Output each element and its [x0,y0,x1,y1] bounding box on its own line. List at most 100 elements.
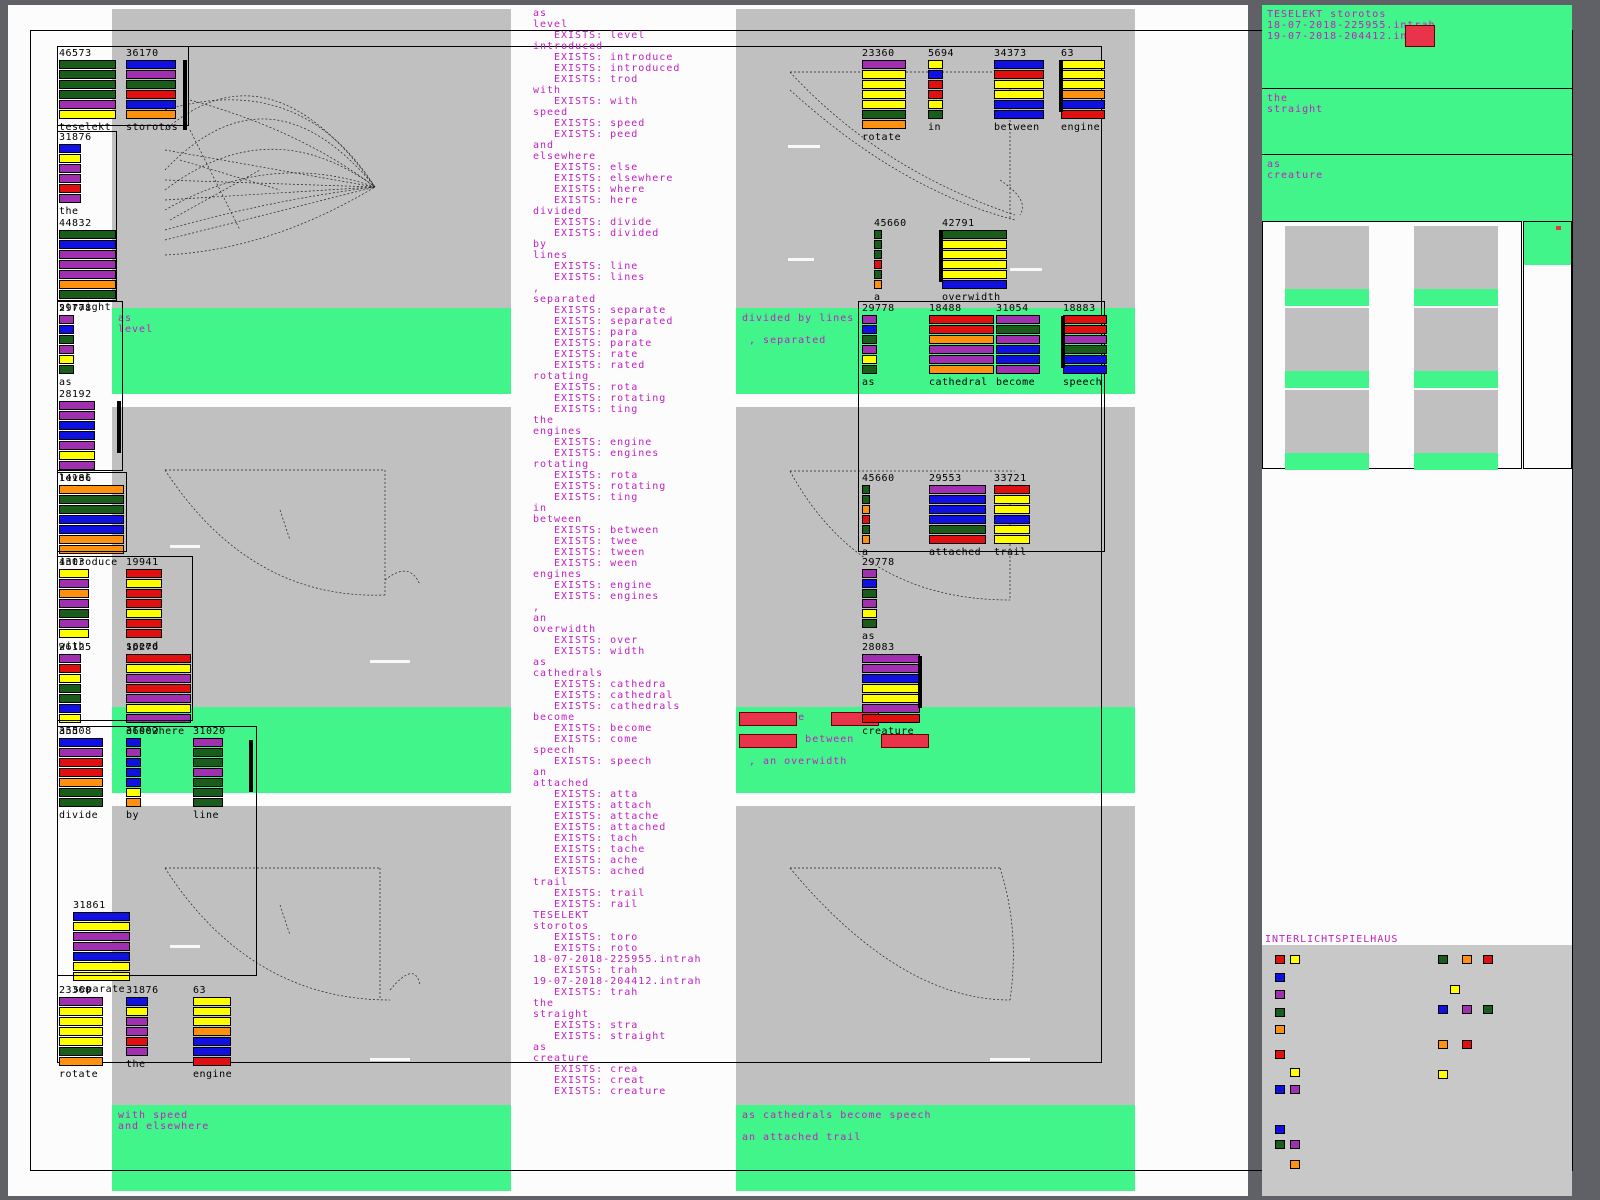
list-subword: EXISTS: engines [554,591,660,602]
thumbnail-2[interactable] [1414,226,1498,306]
list-subword: EXISTS: line [554,261,639,272]
stack-label: between [994,122,1040,133]
stack-bar [862,335,877,344]
list-subword: EXISTS: engines [554,448,660,459]
stack-label: attached [929,547,982,558]
stack-bar [929,495,986,504]
overview-glyph [1483,1005,1493,1014]
stack-bar [862,674,920,683]
list-word: creature [533,1053,590,1064]
stack-bar [862,110,906,119]
stack-label: creature [862,726,915,737]
list-word: by [533,239,548,250]
stack-count: 23360 [862,48,895,59]
stack-bar [994,70,1044,79]
stack-frame [57,131,117,301]
overview-glyph [1275,1085,1285,1094]
list-subword: EXISTS: rota [554,382,639,393]
stack-bar [942,280,1007,289]
stack-bar [996,345,1040,354]
overview-glyph [1275,955,1285,964]
caption-line: the [1267,93,1289,104]
stack-label: engine [193,1069,233,1080]
stack-bar [862,704,920,713]
list-word: an [533,613,548,624]
stack-bar [862,684,920,693]
overview-glyph [1290,955,1300,964]
stack-bar [126,1047,148,1056]
list-subword: EXISTS: attached [554,822,667,833]
list-subword: EXISTS: creature [554,1086,667,1097]
stack-frame [57,556,193,721]
list-word: speed [533,107,569,118]
list-word: separated [533,294,597,305]
divider-bar [117,401,121,453]
list-subword: EXISTS: crea [554,1064,639,1075]
list-subword: EXISTS: cathedrals [554,701,681,712]
caption-line: creature [1267,170,1324,181]
caption-line: as [1267,159,1282,170]
stack-bar [59,1037,103,1046]
stack-bar [994,60,1044,69]
list-word: engines [533,426,583,437]
thumbnail-1[interactable] [1285,226,1369,306]
list-subword: EXISTS: become [554,723,653,734]
stack-bar [862,525,870,534]
list-subword: EXISTS: level [554,30,646,41]
overview-glyph [1290,1140,1300,1149]
right-header-panel: TESELEKT storotos 18-07-2018-225955.intr… [1262,5,1572,88]
stack-bar [942,250,1007,259]
stack-bar [996,365,1040,374]
stack-bar [929,535,986,544]
list-word: engines [533,569,583,580]
stack-bar [862,569,877,578]
list-word: overwidth [533,624,597,635]
stack-bar [862,505,870,514]
stack-bar [994,535,1030,544]
overview-glyph [1275,1025,1285,1034]
list-word: , [533,283,541,294]
list-subword: EXISTS: peed [554,129,639,140]
stack-bar [193,997,231,1006]
stack-bar [929,525,986,534]
stack-label: a [874,292,881,303]
list-word: become [533,712,576,723]
thumbnail-5[interactable] [1285,390,1369,470]
stack-label: as [862,631,876,642]
stack-bar [862,80,906,89]
list-subword: EXISTS: trail [554,888,646,899]
list-subword: EXISTS: separated [554,316,674,327]
list-word: rotating [533,459,590,470]
list-word: the [533,415,555,426]
list-subword: EXISTS: ting [554,492,639,503]
stack-bar [862,345,877,354]
stack-label: rotate [59,1069,99,1080]
stack-bar [874,270,882,279]
list-subword: EXISTS: attach [554,800,653,811]
stack-bar [929,485,986,494]
stack-count: 63 [193,985,207,996]
list-subword: EXISTS: tween [554,547,646,558]
stack-bar [929,335,994,344]
list-word: between [533,514,583,525]
stack-bar [929,345,994,354]
stack-count: 29778 [862,557,895,568]
list-subword: EXISTS: creat [554,1075,646,1086]
thumbnail-6[interactable] [1414,390,1498,470]
list-subword: EXISTS: ting [554,404,639,415]
stack-count: 29778 [862,303,895,314]
thumbnail-4[interactable] [1414,308,1498,388]
stack-bar [862,619,877,628]
list-word: speech [533,745,576,756]
thumbnail-3[interactable] [1285,308,1369,388]
stack-bar [193,1057,231,1066]
list-word: with [533,85,562,96]
stack-bar [862,325,877,334]
stack-bar [929,505,986,514]
right-caption-panel-2: as creature [1262,154,1572,222]
stack-bar [193,1027,231,1036]
stack-bar [1061,60,1105,69]
mini-green-strip [1524,222,1571,265]
divider-bar [1059,60,1063,112]
list-subword: EXISTS: where [554,184,646,195]
